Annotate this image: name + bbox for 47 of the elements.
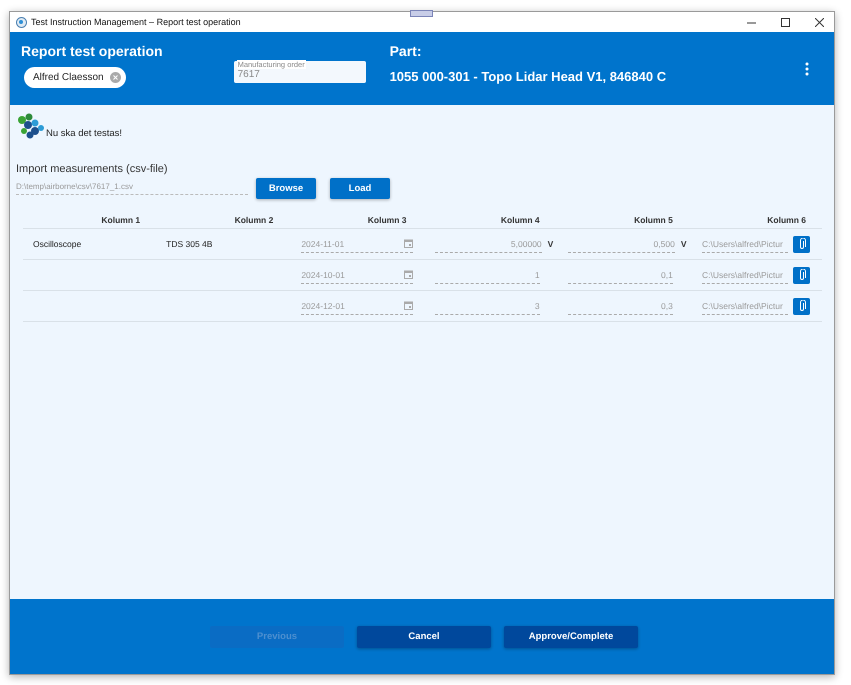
file-path-field[interactable]: C:\Users\alfred\Pictur [702, 266, 788, 284]
attach-button[interactable] [793, 298, 810, 314]
column-header: Kolumn 3 [366, 215, 408, 225]
operator-chip[interactable]: Alfred Claesson [24, 67, 126, 88]
column-header: Kolumn 6 [766, 215, 807, 225]
number-field[interactable]: 1 [434, 266, 540, 284]
table-cell-text: Oscilloscope [32, 239, 82, 249]
paperclip-icon [798, 238, 806, 250]
logo-icon [16, 113, 44, 139]
page-title: Report test operation [21, 43, 163, 59]
import-label: Import measurements (csv-file) [16, 163, 169, 175]
paperclip-icon [798, 300, 806, 312]
number-field[interactable]: 3 [434, 297, 540, 315]
drag-handle[interactable] [410, 10, 433, 17]
file-path-field[interactable]: D:\temp\airborne\csv\7617_1.csv [16, 182, 248, 195]
instruction-text: Nu ska det testas! [46, 128, 122, 139]
part-value: 1055 000-301 - Topo Lidar Head V1, 846840 C [390, 69, 668, 84]
attach-button[interactable] [793, 266, 810, 284]
number-field[interactable]: 0,3 [568, 297, 673, 315]
paperclip-icon [798, 269, 806, 281]
window-title: Test Instruction Management – Report test operation [31, 17, 242, 27]
unit-label: V [680, 239, 688, 249]
date-field[interactable]: 2024-12-01 [301, 297, 412, 315]
more-icon [805, 62, 809, 76]
action-button[interactable]: Load [330, 178, 390, 199]
unit-label: V [548, 239, 554, 249]
column-header: Kolumn 2 [234, 215, 274, 225]
number-field[interactable]: 5,00000 [434, 235, 542, 253]
column-header: Kolumn 4 [500, 215, 541, 225]
close-icon [814, 18, 824, 26]
app-icon [16, 16, 27, 28]
menu-button[interactable] [804, 62, 810, 76]
maximize-icon [780, 18, 790, 26]
attach-button[interactable] [793, 236, 810, 252]
column-header: Kolumn 1 [100, 215, 142, 225]
action-button[interactable]: Browse [256, 178, 316, 199]
part-label: Part: [390, 43, 422, 59]
column-header: Kolumn 5 [633, 215, 674, 225]
number-field[interactable]: 0,1 [568, 266, 673, 284]
file-path-field[interactable]: C:\Users\alfred\Pictur [702, 235, 788, 253]
footer-button[interactable]: Approve/Complete [504, 626, 638, 648]
footer-button[interactable]: Cancel [357, 626, 491, 648]
file-path-field[interactable]: C:\Users\alfred\Pictur [702, 297, 788, 315]
number-field[interactable]: 0,500 [568, 235, 675, 253]
date-field[interactable]: 2024-10-01 [301, 266, 412, 284]
date-field[interactable]: 2024-11-01 [301, 235, 412, 253]
table-cell-text: TDS 305 4B [165, 239, 214, 249]
